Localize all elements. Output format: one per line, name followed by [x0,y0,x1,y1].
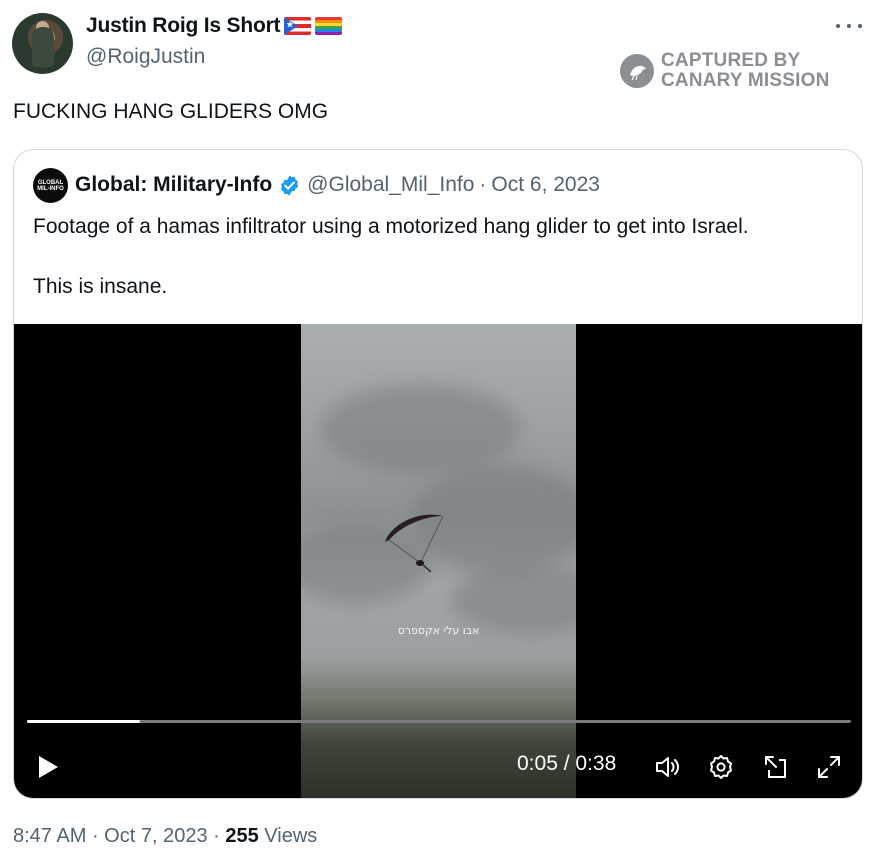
pop-out-icon[interactable] [761,752,791,782]
video-frame: אבו עלי אקספרס [301,324,576,798]
canary-mission-watermark: CAPTURED BY CANARY MISSION [620,51,830,91]
avatar-figure [32,27,54,67]
quoted-header: Global: Military-Info @Global_Mil_Info ·… [75,173,600,197]
quoted-avatar-text: GLOBAL MIL-INFO [37,179,64,192]
watermark-text: CAPTURED BY CANARY MISSION [661,51,830,91]
volume-icon[interactable] [652,752,682,782]
video-progress-fill [27,720,140,723]
cloud [321,384,521,474]
dot [836,24,840,28]
canary-bird-icon [620,54,654,88]
quoted-avatar[interactable]: GLOBAL MIL-INFO [33,168,68,203]
verified-badge-icon [281,174,299,196]
video-time: 0:05 / 0:38 [517,752,617,775]
quoted-date[interactable]: Oct 6, 2023 [491,173,600,197]
quoted-handle[interactable]: @Global_Mil_Info [307,173,474,197]
watermark-line-2: CANARY MISSION [661,70,830,91]
author-avatar[interactable] [12,13,73,74]
views-label: Views [264,825,318,847]
quoted-tweet-card[interactable]: GLOBAL MIL-INFO Global: Military-Info @G… [13,149,863,799]
puerto-rico-flag-icon [284,17,312,35]
video-player[interactable]: אבו עלי אקספרס 0:05 / 0:38 [14,324,862,798]
video-subtitle: אבו עלי אקספרס [397,624,480,637]
rainbow-flag-icon [315,17,343,35]
separator-dot: · [479,173,487,196]
hang-glider-figure [385,514,444,573]
tweet-text: FUCKING HANG GLIDERS OMG [13,100,329,123]
video-progress-bar[interactable] [27,720,851,723]
dot [858,24,862,28]
author-handle[interactable]: @RoigJustin [86,45,205,69]
author-name[interactable]: Justin Roig Is Short [86,14,281,38]
author-name-row[interactable]: Justin Roig Is Short [86,14,343,38]
fullscreen-icon[interactable] [814,752,844,782]
play-icon[interactable] [36,754,60,780]
views-count: 255 [225,825,259,847]
tweet-meta: 8:47 AM · Oct 7, 2023 · 255 Views [13,825,317,848]
quoted-author-name[interactable]: Global: Military-Info [75,173,272,197]
separator-dot: · [91,825,105,847]
dot [847,24,851,28]
tweet-date[interactable]: Oct 7, 2023 [104,825,207,847]
separator-dot: · [213,825,226,847]
tweet-time[interactable]: 8:47 AM [13,825,86,847]
quoted-body: Footage of a hamas infiltrator using a m… [33,215,749,298]
settings-icon[interactable] [706,752,736,782]
watermark-line-1: CAPTURED BY [661,50,801,71]
more-options-icon[interactable] [836,18,862,34]
